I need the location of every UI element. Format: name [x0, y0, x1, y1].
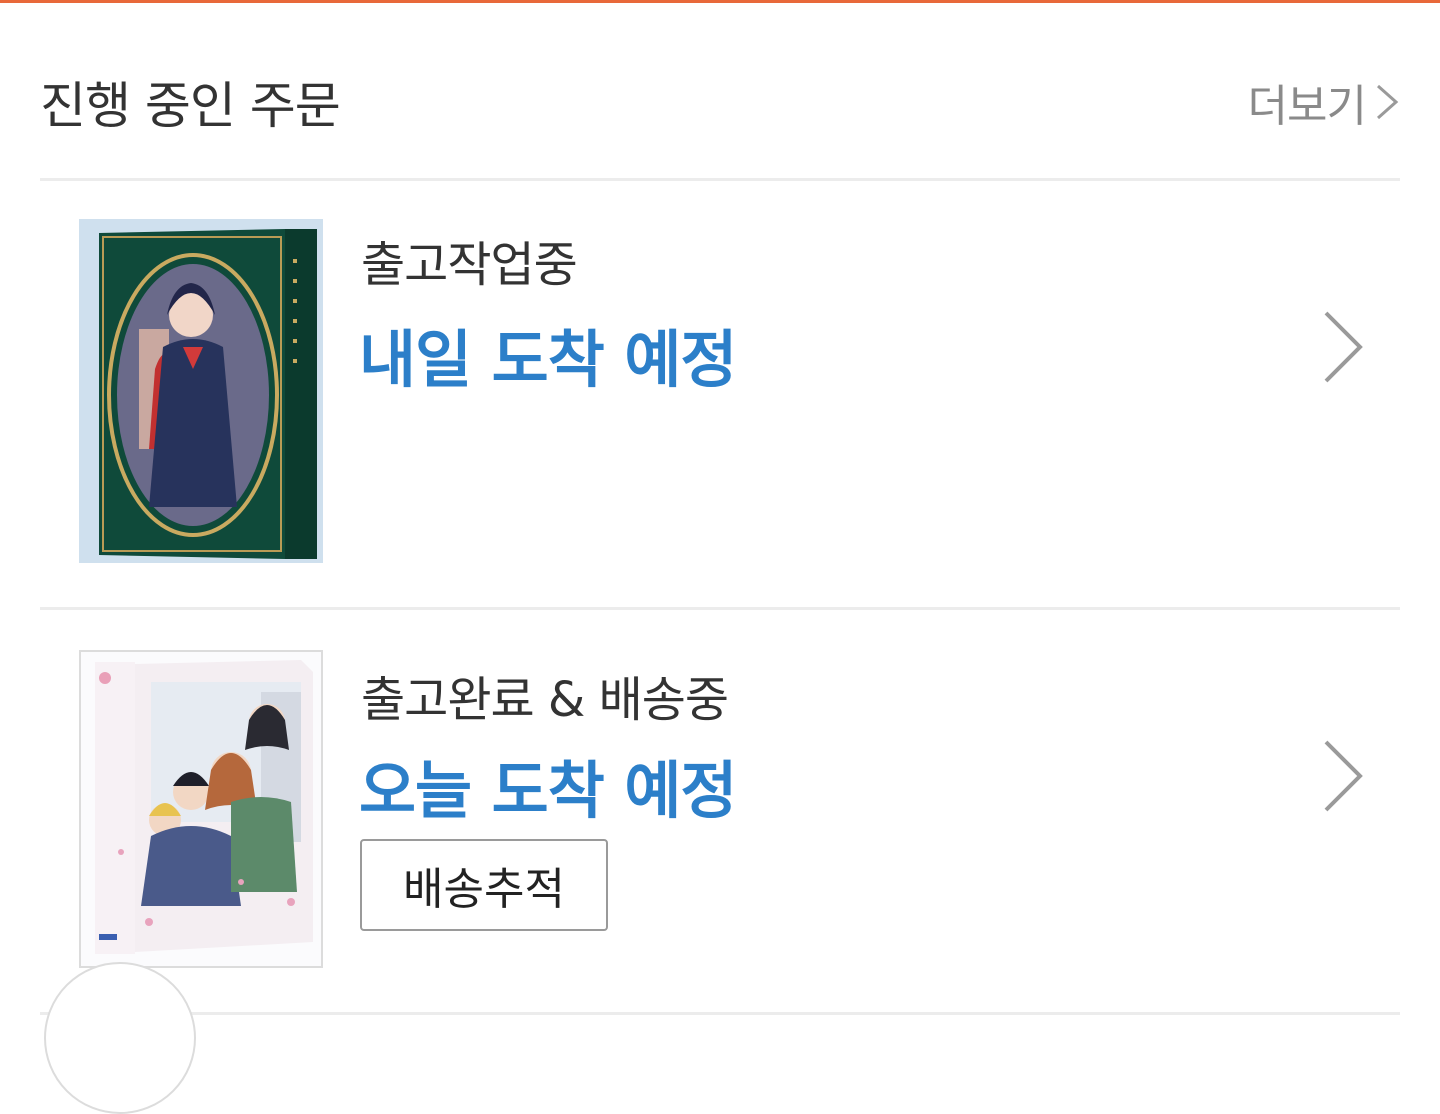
- chevron-right-icon: [1377, 84, 1399, 120]
- order-status: 출고완료 & 배송중: [361, 672, 729, 728]
- floating-action-button[interactable]: [44, 962, 196, 1114]
- section-header: 진행 중인 주문 더보기: [40, 40, 1400, 150]
- top-accent-bar: [0, 0, 1440, 3]
- order-item[interactable]: 출고완료 & 배송중 오늘 도착 예정 배송추적: [40, 610, 1400, 1012]
- more-link[interactable]: 더보기: [1248, 70, 1400, 134]
- product-box-art: [79, 219, 323, 563]
- product-box-art: [81, 652, 321, 966]
- section-title: 진행 중인 주문: [40, 77, 341, 135]
- order-status: 출고작업중: [361, 237, 578, 293]
- chevron-right-icon[interactable]: [1320, 309, 1366, 385]
- order-item[interactable]: 출고작업중 내일 도착 예정: [40, 181, 1400, 607]
- product-thumbnail[interactable]: [79, 650, 323, 968]
- chevron-right-icon[interactable]: [1320, 738, 1366, 814]
- divider: [40, 1012, 1400, 1015]
- more-link-label: 더보기: [1247, 81, 1367, 132]
- product-thumbnail[interactable]: [79, 219, 323, 563]
- order-eta: 내일 도착 예정: [359, 323, 737, 396]
- track-delivery-button[interactable]: 배송추적: [360, 839, 608, 931]
- order-eta: 오늘 도착 예정: [359, 754, 737, 827]
